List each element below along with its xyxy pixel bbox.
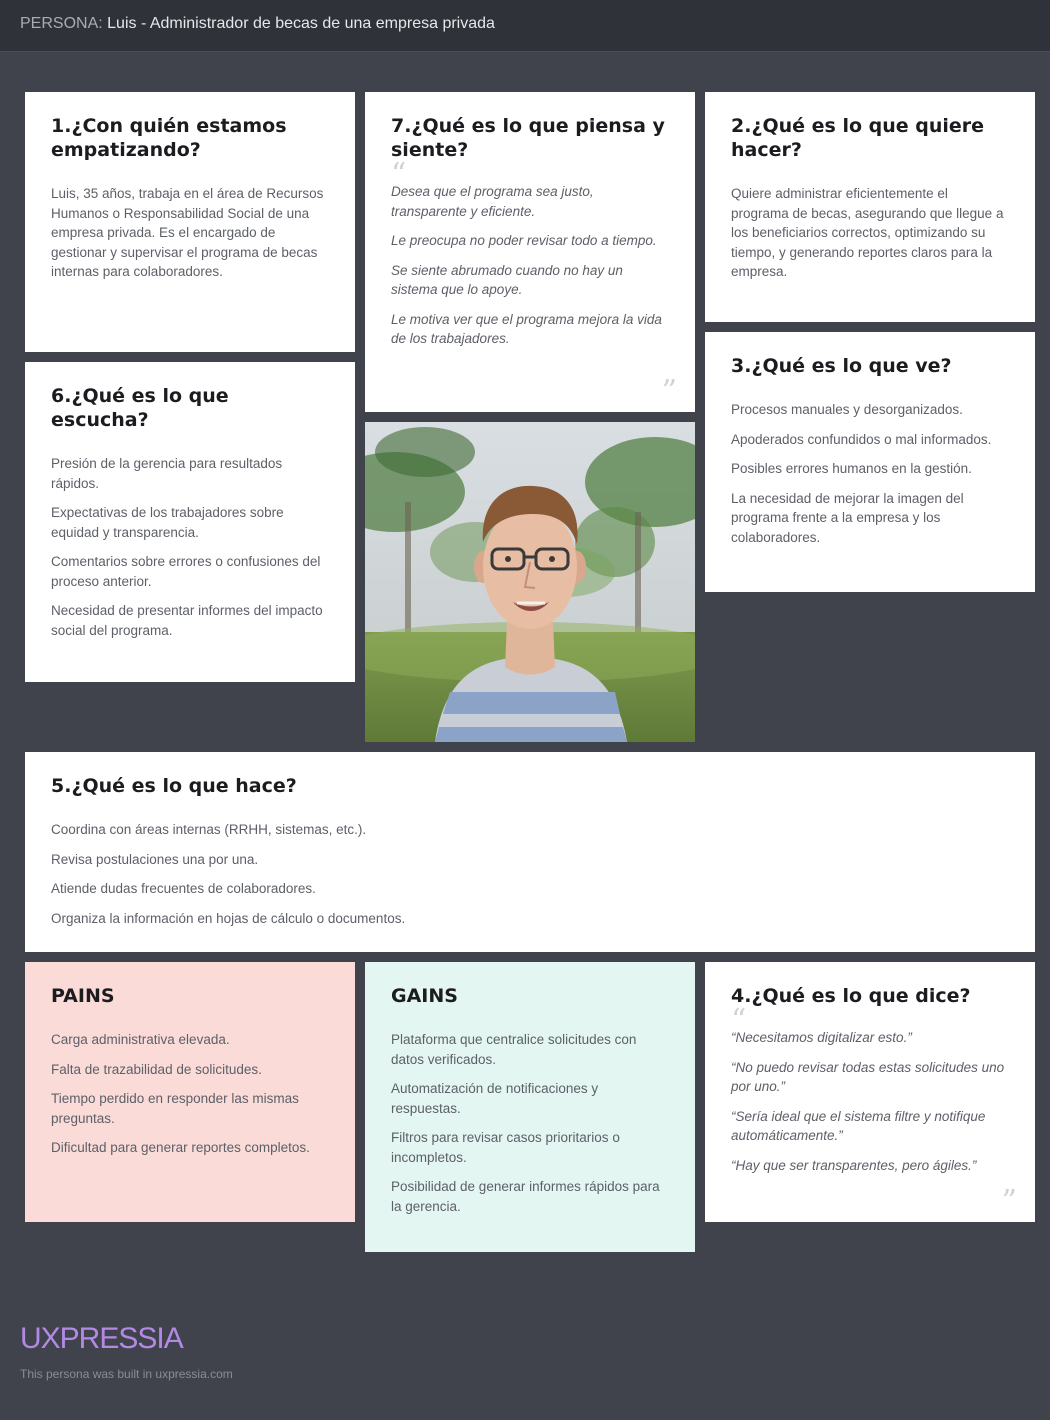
card-hears-item: Comentarios sobre errores o confusiones …: [51, 554, 321, 589]
card-thinks: 7.¿Qué es lo que piensa y siente? “ Dese…: [365, 92, 695, 412]
card-hears-item: Necesidad de presentar informes del impa…: [51, 603, 323, 638]
card-hears-item: Expectativas de los trabajadores sobre e…: [51, 505, 284, 540]
card-gains-title: GAINS: [391, 985, 458, 1007]
card-pains-item: Tiempo perdido en responder las mismas p…: [51, 1091, 299, 1126]
card-thinks-item: Desea que el programa sea justo, transpa…: [391, 184, 594, 219]
card-sees-item: La necesidad de mejorar la imagen del pr…: [731, 490, 964, 545]
card-sees-title: 3.¿Qué es lo que ve?: [731, 355, 952, 377]
card-who: 1.¿Con quién estamos empatizando? Luis, …: [25, 92, 355, 352]
persona-prefix: PERSONA:: [20, 15, 103, 32]
card-sees-item: Posibles errores humanos en la gestión.: [731, 461, 972, 476]
card-gains-item: Automatización de notificaciones y respu…: [391, 1081, 599, 1116]
card-says-item: “No puedo revisar todas estas solicitude…: [731, 1059, 1005, 1095]
card-thinks-item: Le motiva ver que el programa mejora la …: [391, 311, 662, 347]
card-hears-title: 6.¿Qué es lo que escucha?: [51, 385, 229, 431]
card-sees-item: Apoderados confundidos o mal informados.: [731, 431, 992, 447]
card-says: 4.¿Qué es lo que dice? “ “Necesitamos di…: [705, 962, 1035, 1222]
card-wants: 2.¿Qué es lo que quiere hacer? Quiere ad…: [705, 92, 1035, 322]
card-who-text: Luis, 35 años, trabaja en el área de Rec…: [51, 186, 324, 279]
quote-close-icon: ”: [1001, 1184, 1017, 1219]
card-thinks-item: Se siente abrumado cuando no hay un sist…: [391, 262, 623, 298]
persona-title: PERSONA: Luis - Administrador de becas d…: [20, 15, 495, 33]
uxpressia-logo[interactable]: UXPRESSIA: [20, 1322, 184, 1356]
card-does-item: Organiza la información en hojas de cálc…: [51, 910, 406, 926]
card-does-item: Atiende dudas frecuentes de colaboradore…: [51, 881, 316, 896]
card-pains-item: Carga administrativa elevada.: [51, 1032, 230, 1047]
card-pains-item: Dificultad para generar reportes complet…: [51, 1140, 310, 1155]
card-hears: 6.¿Qué es lo que escucha? Presión de la …: [25, 362, 355, 682]
card-says-item: “Hay que ser transparentes, pero ágiles.…: [731, 1157, 977, 1173]
card-thinks-title: 7.¿Qué es lo que piensa y siente?: [391, 115, 665, 161]
card-sees-item: Procesos manuales y desorganizados.: [731, 402, 963, 417]
card-does-item: Revisa postulaciones una por una.: [51, 851, 259, 867]
card-sees: 3.¿Qué es lo que ve? Procesos manuales y…: [705, 332, 1035, 592]
card-thinks-item: Le preocupa no poder revisar todo a tiem…: [391, 233, 657, 248]
card-gains-item: Posibilidad de generar informes rápidos …: [391, 1179, 660, 1214]
footer-note: This persona was built in uxpressia.com: [20, 1367, 233, 1381]
quote-close-icon: ”: [661, 374, 677, 409]
card-does-title: 5.¿Qué es lo que hace?: [51, 775, 297, 797]
card-says-item: “Sería ideal que el sistema filtre y not…: [731, 1108, 986, 1144]
quote-open-icon: “: [391, 157, 407, 192]
persona-photo: [365, 422, 695, 742]
card-gains-item: Filtros para revisar casos prioritarios …: [391, 1130, 620, 1165]
card-wants-title: 2.¿Qué es lo que quiere hacer?: [731, 115, 985, 161]
card-gains: GAINS Plataforma que centralice solicitu…: [365, 962, 695, 1252]
persona-name: Luis - Administrador de becas de una emp…: [107, 15, 495, 32]
card-says-title: 4.¿Qué es lo que dice?: [731, 985, 971, 1007]
card-who-title: 1.¿Con quién estamos empatizando?: [51, 115, 287, 161]
card-wants-text: Quiere administrar eficientemente el pro…: [731, 186, 1004, 279]
card-says-item: “Necesitamos digitalizar esto.”: [731, 1030, 912, 1045]
card-gains-item: Plataforma que centralice solicitudes co…: [391, 1032, 637, 1067]
page-header: PERSONA: Luis - Administrador de becas d…: [0, 0, 1050, 52]
card-pains-item: Falta de trazabilidad de solicitudes.: [51, 1061, 262, 1077]
card-hears-item: Presión de la gerencia para resultados r…: [51, 456, 283, 491]
card-does-item: Coordina con áreas internas (RRHH, siste…: [51, 822, 367, 837]
quote-open-icon: “: [731, 1003, 747, 1038]
card-pains-title: PAINS: [51, 985, 115, 1007]
card-pains: PAINS Carga administrativa elevada. Falt…: [25, 962, 355, 1222]
card-does: 5.¿Qué es lo que hace? Coordina con área…: [25, 752, 1035, 952]
